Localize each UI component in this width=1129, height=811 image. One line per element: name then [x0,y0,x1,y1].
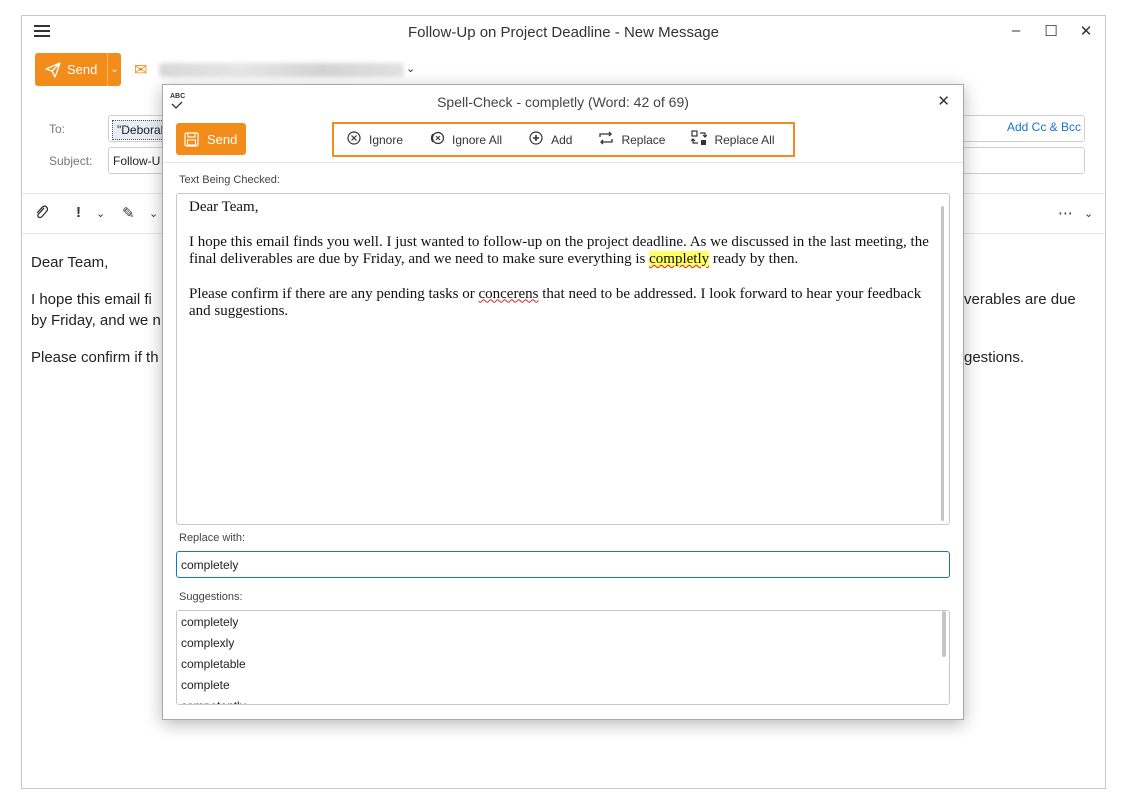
attach-icon[interactable] [34,204,49,224]
body-line-1-right: verables are due [964,291,1076,308]
paper-plane-icon [45,61,61,78]
dialog-send-button[interactable]: Send [176,123,246,155]
save-disk-icon [184,131,199,147]
spell-actions-toolbar: Ignore Ignore All Add Replace Replace Al… [332,122,795,157]
suggestion-item[interactable]: complete [181,678,230,692]
to-label: To: [49,122,66,136]
replace-label: Replace [621,132,666,147]
ignore-all-label: Ignore All [452,132,503,147]
text-being-checked-label: Text Being Checked: [179,174,280,186]
body-line-2: by Friday, and we n [31,312,161,329]
importance-chevron-down-icon[interactable]: ⌄ [96,207,105,220]
suggestions-scrollbar[interactable] [942,611,946,657]
text-being-checked-area[interactable]: Dear Team, I hope this email finds you w… [176,193,950,525]
checked-text: Dear Team, I hope this email finds you w… [189,199,934,338]
suggestions-label: Suggestions: [179,591,243,603]
dialog-title: Spell-Check - completly (Word: 42 of 69) [437,94,689,110]
add-button[interactable]: Add [528,131,572,148]
from-account-redacted[interactable] [159,63,404,77]
account-icon: ✉ [134,62,148,79]
misspelled-word-current[interactable]: completly [649,251,710,267]
ignore-all-button[interactable]: Ignore All [429,131,502,148]
body-greeting: Dear Team, [31,254,109,271]
spell-check-dialog: ABC Spell-Check - completly (Word: 42 of… [162,84,964,720]
subject-label: Subject: [49,154,93,168]
ignore-button[interactable]: Ignore [346,131,403,148]
add-icon [528,131,544,148]
window-title: Follow-Up on Project Deadline - New Mess… [408,24,719,41]
title-bar: Follow-Up on Project Deadline - New Mess… [22,16,1105,50]
send-options-chevron-icon[interactable]: ⌄ [107,53,121,86]
signature-pen-icon[interactable]: ✎ [122,204,135,222]
replace-all-label: Replace All [714,132,775,147]
ignore-icon [346,131,362,148]
from-chevron-down-icon[interactable]: ⌄ [406,62,415,75]
add-cc-bcc-link[interactable]: Add Cc & Bcc [1007,120,1081,134]
replace-all-button[interactable]: Replace All [691,130,775,149]
body-line-1: I hope this email fi [31,291,152,308]
body-line-3: Please confirm if th [31,349,159,366]
more-options-icon[interactable]: ⋯ [1058,204,1073,222]
misspelled-word[interactable]: concerens [478,286,538,302]
suggestion-item[interactable]: completable [181,657,246,671]
body-line-3-right: gestions. [964,349,1025,366]
suggestion-item[interactable]: competently [181,699,246,704]
subject-value: Follow-U [113,154,161,168]
ignore-all-icon [429,131,445,148]
minimize-icon[interactable]: – [1006,22,1026,39]
checked-paragraph-1: Dear Team, [189,199,259,215]
close-icon[interactable]: ✕ [1076,22,1096,40]
replace-icon [598,131,614,148]
importance-icon[interactable]: ! [76,204,81,221]
checked-paragraph-3: Please confirm if there are any pending … [189,285,922,320]
replace-button[interactable]: Replace [598,131,665,148]
replace-with-input[interactable]: completely [176,551,950,578]
replace-with-label: Replace with: [179,532,246,544]
ignore-label: Ignore [369,132,404,147]
dialog-divider [163,162,963,163]
replace-all-icon [691,130,708,149]
text-scrollbar[interactable] [941,206,944,521]
signature-chevron-down-icon[interactable]: ⌄ [149,207,158,220]
send-split-button: Send ⌄ [35,53,121,86]
more-chevron-down-icon[interactable]: ⌄ [1084,207,1093,220]
send-button[interactable]: Send [35,53,107,86]
send-label: Send [67,62,98,77]
maximize-icon[interactable]: ☐ [1041,22,1061,40]
add-label: Add [551,132,573,147]
dialog-send-label: Send [207,131,238,147]
suggestion-item[interactable]: complexly [181,636,234,650]
dialog-close-icon[interactable]: ✕ [937,92,950,110]
suggestions-list: completely complexly completable complet… [176,610,950,705]
suggestion-item[interactable]: completely [181,615,238,629]
checked-paragraph-2: I hope this email finds you well. I just… [189,233,929,267]
